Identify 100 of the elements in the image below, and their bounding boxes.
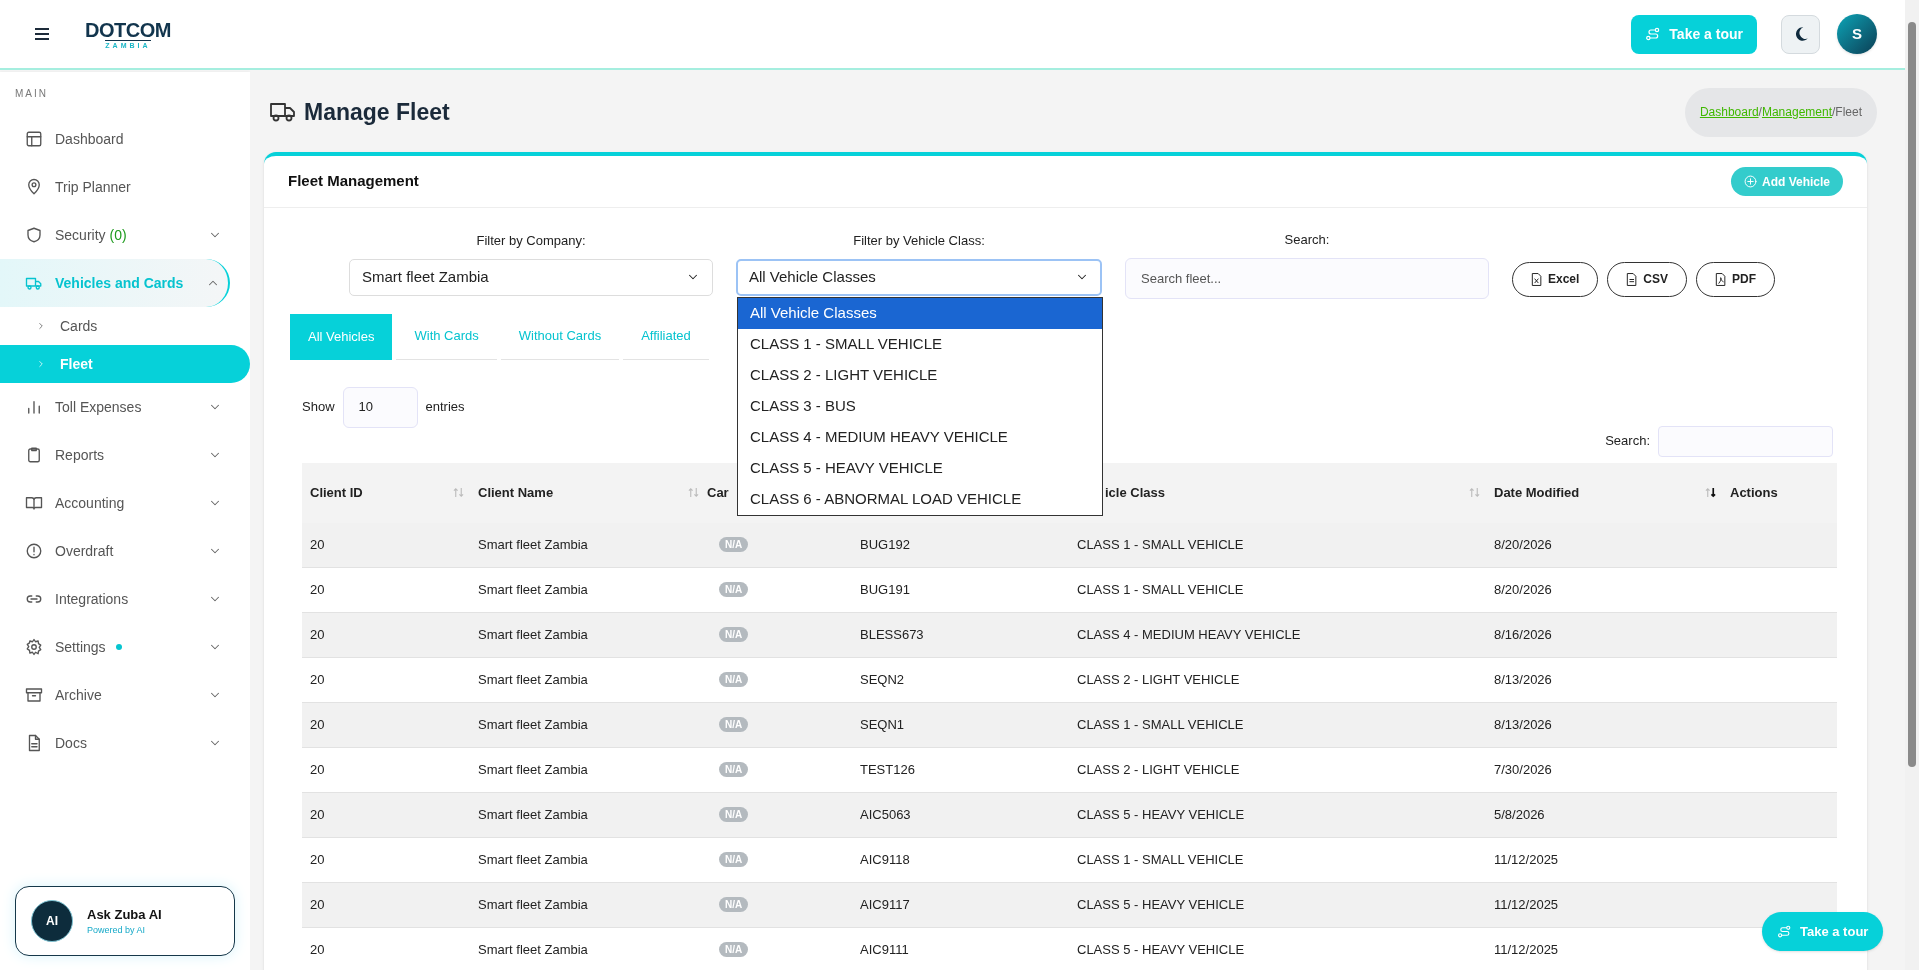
filter-label: Filter by Company:: [476, 232, 586, 250]
status-badge: N/A: [719, 717, 749, 732]
table-cell-text: CLASS 2 - LIGHT VEHICLE: [1077, 760, 1240, 779]
export-button[interactable]: PDF: [1696, 261, 1776, 297]
status-badge: N/A: [719, 762, 749, 777]
table-cell-text: 11/12/2025: [1494, 940, 1559, 959]
search-field[interactable]: Search fleet...: [1125, 257, 1489, 299]
table-cell-text: Smart fleet Zambia: [478, 535, 588, 554]
table-cell-text: 20: [310, 580, 325, 599]
entries-select[interactable]: 10: [342, 386, 418, 428]
column-header[interactable]: Actions: [1730, 482, 1778, 503]
table-cell-text: 20: [310, 850, 325, 869]
table-cell-text: CLASS 5 - HEAVY VEHICLE: [1077, 805, 1245, 824]
sidebar-item[interactable]: Overdraft: [0, 527, 230, 575]
book-icon: [25, 494, 43, 512]
dark-mode-button[interactable]: [1781, 14, 1820, 54]
filter-label: Filter by Vehicle Class:: [853, 232, 985, 250]
chevron-right-icon: [36, 321, 46, 331]
export-button[interactable]: Excel: [1512, 261, 1599, 297]
status-badge: N/A: [719, 627, 749, 642]
length-label: Show: [302, 398, 335, 417]
column-header[interactable]: Date Modified: [1494, 482, 1580, 503]
table-cell-text: Smart fleet Zambia: [478, 625, 588, 644]
sort-icon[interactable]: [1705, 487, 1716, 498]
sidebar-item[interactable]: Reports: [0, 431, 230, 479]
export-button[interactable]: CSV: [1607, 261, 1688, 297]
sidebar-item[interactable]: Security (0): [0, 211, 230, 259]
sidebar-item[interactable]: Archive: [0, 671, 230, 719]
table-search-label: Search:: [1605, 432, 1650, 451]
status-badge: N/A: [719, 942, 749, 957]
table-cell-text: 7/30/2026: [1494, 760, 1552, 779]
section-label: MAIN: [15, 87, 49, 101]
spreadsheet-file-icon: [1531, 272, 1542, 286]
table-cell-text: 20: [310, 715, 325, 734]
vehicle-class-select[interactable]: All Vehicle Classes: [736, 258, 1102, 296]
table-cell-text: 20: [310, 805, 325, 824]
table-cell-text: CLASS 1 - SMALL VEHICLE: [1077, 850, 1244, 869]
table-search-field[interactable]: [1658, 425, 1833, 457]
table-cell-text: 8/16/2026: [1494, 625, 1552, 644]
table-cell-text: 11/12/2025: [1494, 850, 1559, 869]
dropdown-option[interactable]: CLASS 1 - SMALL VEHICLE: [738, 329, 1102, 360]
sidebar-item[interactable]: Integrations: [0, 575, 230, 623]
table-cell-text: TEST126: [860, 760, 915, 779]
table-cell-text: AIC5063: [860, 805, 911, 824]
status-badge: N/A: [719, 807, 749, 822]
table-cell-text: 8/13/2026: [1494, 715, 1552, 734]
table-cell-text: 20: [310, 535, 325, 554]
company-select[interactable]: Smart fleet Zambia: [349, 258, 713, 296]
table-cell-text: AIC9118: [860, 850, 910, 869]
table-cell-text: 5/8/2026: [1494, 805, 1545, 824]
table-cell-text: 8/20/2026: [1494, 580, 1552, 599]
assistant-card[interactable]: AI Ask Zuba AI Powered by AI: [15, 886, 235, 956]
table-cell-text: Smart fleet Zambia: [478, 805, 588, 824]
dropdown-option[interactable]: CLASS 4 - MEDIUM HEAVY VEHICLE: [738, 422, 1102, 453]
table-cell-text: 20: [310, 625, 325, 644]
table-cell-text: 11/12/2025: [1494, 895, 1559, 914]
status-badge: N/A: [719, 582, 749, 597]
dropdown-option[interactable]: CLASS 3 - BUS: [738, 391, 1102, 422]
table-cell-text: 20: [310, 895, 325, 914]
sidebar-item[interactable]: Settings: [0, 623, 230, 671]
shield-icon: [25, 226, 43, 244]
dropdown-option[interactable]: CLASS 6 - ABNORMAL LOAD VEHICLE: [738, 484, 1102, 515]
dropdown-option[interactable]: All Vehicle Classes: [738, 298, 1102, 329]
table-cell-text: 20: [310, 940, 325, 959]
page-title: Manage Fleet: [304, 97, 450, 127]
user-avatar[interactable]: S: [1837, 14, 1877, 54]
table-cell-text: Smart fleet Zambia: [478, 940, 588, 959]
sidebar-item[interactable]: Docs: [0, 719, 230, 767]
route-icon: [1645, 26, 1662, 42]
sidebar-subitem[interactable]: Cards: [0, 307, 230, 345]
table-cell-text: CLASS 1 - SMALL VEHICLE: [1077, 580, 1244, 599]
sidebar-item[interactable]: Toll Expenses: [0, 383, 230, 431]
dropdown-option[interactable]: CLASS 5 - HEAVY VEHICLE: [738, 453, 1102, 484]
sidebar-item[interactable]: Accounting: [0, 479, 230, 527]
column-header[interactable]: Client ID: [310, 482, 363, 503]
table-cell-text: SEQN2: [860, 670, 905, 689]
column-header[interactable]: Car: [707, 482, 729, 503]
pdf-file-icon: [1715, 272, 1727, 286]
plus-circle-icon: [1743, 175, 1757, 188]
dropdown-option[interactable]: CLASS 2 - LIGHT VEHICLE: [738, 360, 1102, 391]
sidebar-item[interactable]: Trip Planner: [0, 163, 230, 211]
assistant-title: Ask Zuba AI: [87, 905, 162, 924]
sidebar-item[interactable]: Dashboard: [0, 115, 230, 163]
table-cell-text: BLESS673: [860, 625, 924, 644]
truck-icon: [270, 101, 296, 123]
table-cell-text: BUG192: [860, 535, 910, 554]
menu-icon[interactable]: [34, 27, 50, 41]
archive-icon: [25, 686, 43, 704]
map-pin-icon: [25, 178, 43, 196]
status-badge: N/A: [719, 672, 749, 687]
column-header[interactable]: Client Name: [478, 482, 554, 503]
table-cell-text: Smart fleet Zambia: [478, 850, 588, 869]
table-cell-text: Smart fleet Zambia: [478, 715, 588, 734]
status-badge: N/A: [719, 897, 749, 912]
length-label: entries: [425, 398, 465, 417]
table-cell-text: Smart fleet Zambia: [478, 670, 588, 689]
text-file-icon: [1626, 272, 1638, 286]
clipboard-icon: [25, 446, 43, 464]
table-cell-text: CLASS 5 - HEAVY VEHICLE: [1077, 895, 1245, 914]
column-header[interactable]: icle Class: [1105, 482, 1165, 503]
